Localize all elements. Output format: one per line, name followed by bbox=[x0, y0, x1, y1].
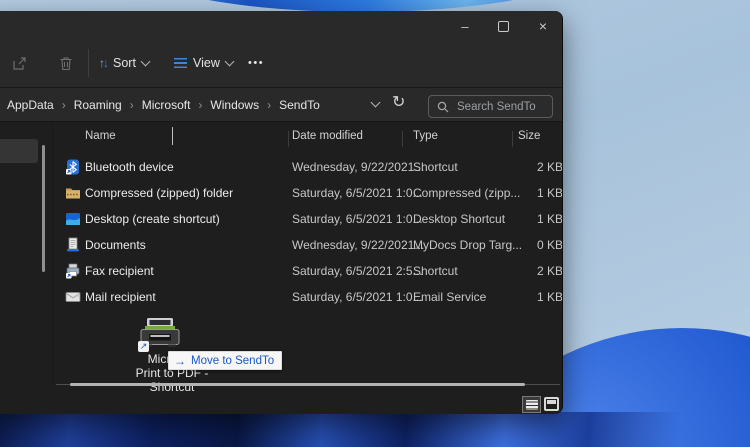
file-row[interactable]: Fax recipient Saturday, 6/5/2021 2:5... … bbox=[55, 258, 562, 284]
file-date: Wednesday, 9/22/2021... bbox=[292, 238, 424, 252]
chevron-down-icon bbox=[224, 57, 234, 67]
breadcrumb-chevron-icon: › bbox=[130, 98, 134, 112]
file-row[interactable]: Mail recipient Saturday, 6/5/2021 1:0...… bbox=[55, 284, 562, 310]
minimize-icon: – bbox=[461, 19, 468, 34]
view-label: View bbox=[193, 56, 220, 70]
breadcrumb-item-microsoft[interactable]: Microsoft bbox=[142, 98, 191, 112]
file-type: Shortcut bbox=[413, 160, 458, 174]
file-type: Compressed (zipp... bbox=[413, 186, 520, 200]
breadcrumb-item-windows[interactable]: Windows bbox=[210, 98, 259, 112]
view-icon bbox=[174, 58, 187, 69]
breadcrumb-chevron-icon: › bbox=[267, 98, 271, 112]
move-arrow-icon: → bbox=[174, 354, 186, 368]
nav-pane-scrollbar[interactable] bbox=[42, 145, 45, 272]
column-header-type[interactable]: Type bbox=[413, 130, 438, 142]
file-size: 0 KB bbox=[537, 238, 563, 252]
column-resize-handle[interactable] bbox=[402, 131, 403, 147]
share-button[interactable] bbox=[12, 47, 27, 79]
drag-tooltip-text: Move to SendTo bbox=[191, 355, 274, 367]
file-type: Desktop Shortcut bbox=[413, 212, 505, 226]
maximize-button[interactable] bbox=[484, 13, 522, 39]
fax-icon bbox=[65, 263, 81, 279]
shortcut-arrow-icon: ↗ bbox=[138, 341, 149, 352]
nav-pane-selected-item[interactable] bbox=[0, 139, 38, 163]
file-explorer-window: – × ↑↓ Sort View ••• bbox=[0, 11, 563, 414]
file-size: 1 KB bbox=[537, 212, 563, 226]
see-more-button[interactable]: ••• bbox=[248, 47, 264, 79]
delete-button[interactable] bbox=[59, 47, 73, 79]
column-resize-handle[interactable] bbox=[288, 131, 289, 147]
trash-icon bbox=[59, 56, 73, 71]
thumbnails-view-button[interactable] bbox=[544, 397, 559, 411]
breadcrumb-item-appdata[interactable]: AppData bbox=[7, 98, 54, 112]
file-name: Bluetooth device bbox=[85, 160, 174, 174]
column-header-name[interactable]: Name bbox=[85, 130, 116, 142]
screen: – × ↑↓ Sort View ••• bbox=[0, 0, 750, 447]
breadcrumb-item-sendto[interactable]: SendTo bbox=[279, 98, 320, 112]
column-header-date[interactable]: Date modified bbox=[292, 130, 363, 142]
file-size: 1 KB bbox=[537, 186, 563, 200]
file-row[interactable]: Documents Wednesday, 9/22/2021... MyDocs… bbox=[55, 232, 562, 258]
file-name: Mail recipient bbox=[85, 290, 156, 304]
thumbnails-view-icon bbox=[547, 400, 556, 404]
file-size: 1 KB bbox=[537, 290, 563, 304]
wallpaper-bloom-folds bbox=[0, 412, 700, 447]
details-view-button[interactable] bbox=[522, 396, 541, 413]
file-date: Wednesday, 9/22/2021... bbox=[292, 160, 424, 174]
file-type: Email Service bbox=[413, 290, 486, 304]
search-input[interactable] bbox=[455, 100, 549, 114]
close-icon: × bbox=[539, 18, 547, 34]
file-row[interactable]: Compressed (zipped) folder Saturday, 6/5… bbox=[55, 180, 562, 206]
more-icon: ••• bbox=[248, 57, 264, 69]
file-size: 2 KB bbox=[537, 160, 563, 174]
desktop-icon bbox=[65, 211, 81, 227]
breadcrumb-chevron-icon: › bbox=[198, 98, 202, 112]
toolbar-separator bbox=[88, 49, 89, 77]
maximize-icon bbox=[498, 21, 509, 32]
file-date: Saturday, 6/5/2021 2:5... bbox=[292, 264, 423, 278]
zip-folder-icon bbox=[65, 185, 81, 201]
file-name: Fax recipient bbox=[85, 264, 154, 278]
file-date: Saturday, 6/5/2021 1:0... bbox=[292, 212, 423, 226]
column-resize-handle[interactable] bbox=[512, 131, 513, 147]
view-button[interactable]: View bbox=[174, 47, 233, 79]
file-row[interactable]: Desktop (create shortcut) Saturday, 6/5/… bbox=[55, 206, 562, 232]
search-icon bbox=[437, 101, 449, 113]
breadcrumb-item-roaming[interactable]: Roaming bbox=[74, 98, 122, 112]
breadcrumb: AppData › Roaming › Microsoft › Windows … bbox=[7, 88, 320, 121]
documents-icon bbox=[65, 237, 81, 253]
mail-icon bbox=[65, 289, 81, 305]
sort-icon: ↑↓ bbox=[99, 57, 107, 69]
sort-button[interactable]: ↑↓ Sort bbox=[99, 47, 149, 79]
file-date: Saturday, 6/5/2021 1:0... bbox=[292, 186, 423, 200]
breadcrumb-chevron-icon: › bbox=[62, 98, 66, 112]
addressbar-divider bbox=[0, 121, 562, 122]
search-box[interactable] bbox=[428, 95, 553, 118]
sort-ascending-icon bbox=[172, 127, 173, 145]
refresh-icon[interactable]: ↻ bbox=[392, 92, 405, 112]
file-size: 2 KB bbox=[537, 264, 563, 278]
file-row[interactable]: Bluetooth device Wednesday, 9/22/2021...… bbox=[55, 154, 562, 180]
share-icon bbox=[12, 56, 27, 71]
close-button[interactable]: × bbox=[524, 13, 562, 39]
file-name: Compressed (zipped) folder bbox=[85, 186, 233, 200]
file-name: Desktop (create shortcut) bbox=[85, 212, 220, 226]
minimize-button[interactable]: – bbox=[446, 13, 484, 39]
file-name: Documents bbox=[85, 238, 146, 252]
pane-separator bbox=[52, 122, 53, 384]
drag-tooltip: → Move to SendTo bbox=[168, 351, 282, 370]
horizontal-scrollbar-thumb[interactable] bbox=[70, 383, 525, 386]
chevron-down-icon bbox=[140, 57, 150, 67]
bluetooth-icon bbox=[65, 159, 81, 175]
sort-label: Sort bbox=[113, 56, 136, 70]
details-view-icon bbox=[526, 400, 538, 410]
column-header-size[interactable]: Size bbox=[518, 130, 540, 142]
file-date: Saturday, 6/5/2021 1:0... bbox=[292, 290, 423, 304]
file-type: MyDocs Drop Targ... bbox=[413, 238, 522, 252]
file-type: Shortcut bbox=[413, 264, 458, 278]
